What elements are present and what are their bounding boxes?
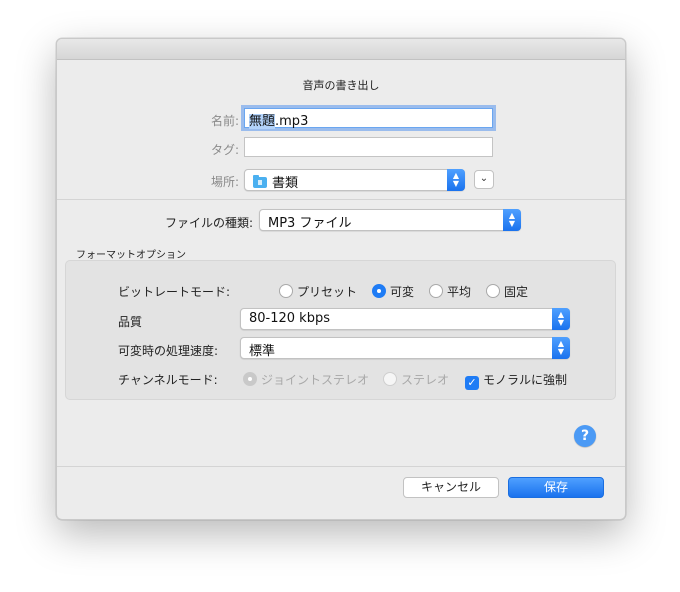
expand-button[interactable]: ⌄ bbox=[474, 170, 494, 189]
radio-selected-icon bbox=[372, 284, 386, 298]
force-mono-checkbox[interactable]: ✓ モノラルに強制 bbox=[465, 371, 567, 390]
dialog-title: 音声の書き出し bbox=[302, 79, 380, 92]
bitrate-mode-average[interactable]: 平均 bbox=[429, 283, 471, 300]
name-extension-text: .mp3 bbox=[275, 114, 309, 129]
file-type-popup[interactable]: MP3 ファイル ▲ ▼ bbox=[259, 209, 521, 231]
radio-icon bbox=[486, 284, 500, 298]
help-button[interactable]: ? bbox=[574, 425, 596, 447]
save-button[interactable]: 保存 bbox=[508, 477, 604, 498]
bitrate-mode-variable[interactable]: 可変 bbox=[372, 283, 414, 300]
chevron-updown-icon: ▲ ▼ bbox=[447, 169, 465, 191]
cancel-button[interactable]: キャンセル bbox=[403, 477, 499, 498]
vbr-speed-value: 標準 bbox=[249, 344, 276, 359]
quality-popup[interactable]: 80-120 kbps ▲ ▼ bbox=[240, 308, 570, 330]
bitrate-mode-constant-label: 固定 bbox=[504, 285, 529, 299]
file-type-label: ファイルの種類: bbox=[164, 216, 253, 230]
channel-mode-stereo-label: ステレオ bbox=[401, 373, 450, 387]
bitrate-mode-average-label: 平均 bbox=[447, 285, 472, 299]
divider-top bbox=[57, 199, 625, 200]
tags-field[interactable] bbox=[244, 137, 493, 157]
export-audio-dialog: 音声の書き出し 名前: 無題.mp3 タグ: 場所: 書類 ▲ ▼ ⌄ ファイルの… bbox=[56, 38, 626, 520]
divider-bottom bbox=[57, 466, 625, 467]
location-label: 場所: bbox=[210, 175, 239, 189]
vbr-speed-label: 可変時の処理速度: bbox=[118, 344, 219, 358]
radio-icon bbox=[279, 284, 293, 298]
bitrate-mode-constant[interactable]: 固定 bbox=[486, 283, 528, 300]
location-value: 書類 bbox=[272, 176, 299, 191]
name-selected-text: 無題 bbox=[249, 114, 276, 129]
channel-mode-joint-stereo-label: ジョイントステレオ bbox=[261, 373, 370, 387]
quality-label: 品質 bbox=[118, 315, 143, 329]
checkmark-icon: ✓ bbox=[465, 376, 479, 390]
force-mono-label: モノラルに強制 bbox=[483, 373, 568, 387]
tags-label: タグ: bbox=[210, 143, 239, 157]
name-field[interactable]: 無題.mp3 bbox=[244, 108, 493, 129]
file-type-value: MP3 ファイル bbox=[268, 216, 352, 231]
quality-value: 80-120 kbps bbox=[249, 311, 330, 326]
chevron-updown-icon: ▲ ▼ bbox=[552, 308, 570, 330]
radio-icon bbox=[429, 284, 443, 298]
channel-mode-stereo[interactable]: ステレオ bbox=[383, 371, 449, 388]
chevron-updown-icon: ▲ ▼ bbox=[552, 337, 570, 359]
bitrate-mode-preset-label: プリセット bbox=[297, 285, 358, 299]
folder-icon bbox=[253, 175, 267, 188]
bitrate-mode-variable-label: 可変 bbox=[390, 285, 415, 299]
format-options-title: フォーマットオプション bbox=[76, 250, 186, 261]
channel-mode-joint-stereo[interactable]: ジョイントステレオ bbox=[243, 371, 369, 388]
bitrate-mode-label: ビットレートモード: bbox=[118, 285, 231, 299]
name-label: 名前: bbox=[210, 114, 239, 128]
question-icon: ? bbox=[580, 428, 590, 444]
channel-mode-label: チャンネルモード: bbox=[118, 373, 218, 387]
bitrate-mode-preset[interactable]: プリセット bbox=[279, 283, 357, 300]
vbr-speed-popup[interactable]: 標準 ▲ ▼ bbox=[240, 337, 570, 359]
radio-selected-disabled-icon bbox=[243, 372, 257, 386]
dialog-titlebar bbox=[57, 39, 625, 60]
location-popup[interactable]: 書類 ▲ ▼ bbox=[244, 169, 465, 191]
chevron-updown-icon: ▲ ▼ bbox=[503, 209, 521, 231]
chevron-down-icon: ⌄ bbox=[479, 173, 489, 184]
radio-disabled-icon bbox=[383, 372, 397, 386]
